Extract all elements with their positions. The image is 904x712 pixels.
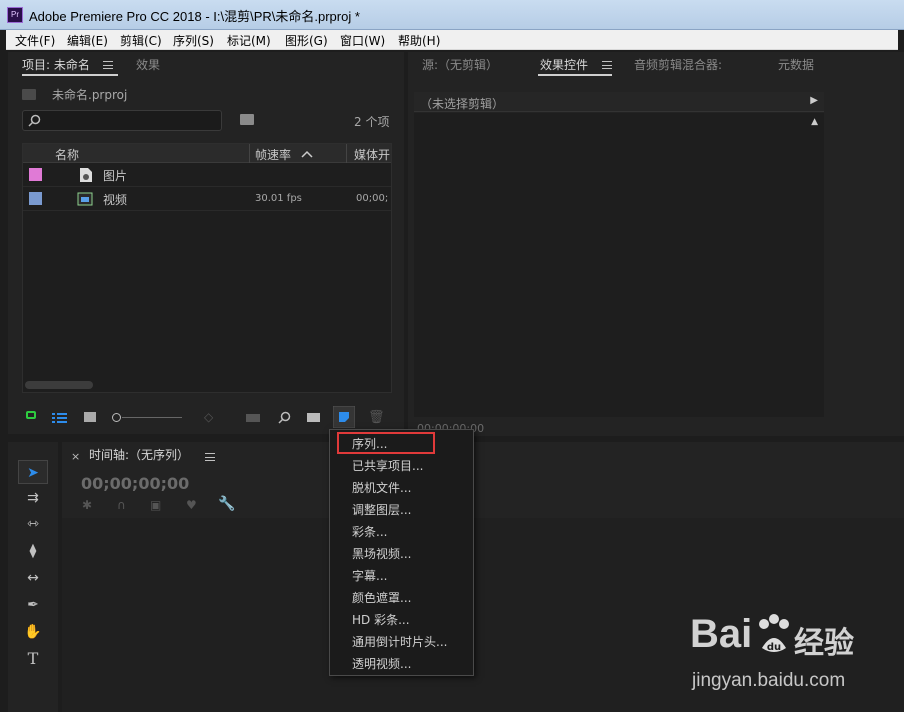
menu-item-offline-file[interactable]: 脱机文件... [352,479,411,496]
watermark-brand-suffix: 经验 [794,626,854,661]
window-title: Adobe Premiere Pro CC 2018 - I:\混剪\PR\未命… [29,9,360,24]
new-item-button[interactable] [333,406,355,428]
watermark-url: jingyan.baidu.com [692,670,846,691]
horizontal-scrollbar[interactable] [25,381,93,389]
item-name: 视频 [103,193,128,207]
window-titlebar: Pr Adobe Premiere Pro CC 2018 - I:\混剪\PR… [0,0,904,30]
project-items-table: 名称 帧速率 媒体开 图片 视频 30.01 fps 00;00; [22,143,392,393]
paw-logo-icon: du [759,614,789,653]
image-file-icon [80,168,92,182]
menu-graphics[interactable]: 图形(G) [285,32,328,49]
menu-item-hd-bars[interactable]: HD 彩条... [352,611,410,628]
timeline-timecode[interactable]: 00;00;00;00 [81,474,189,493]
item-media-start: 00;00; [356,193,389,204]
menu-item-transparent-video[interactable]: 透明视频... [352,655,411,672]
slip-tool-icon[interactable]: ↔ [18,566,48,590]
razor-tool-icon[interactable]: ⧫ [18,539,48,563]
tab-effect-controls[interactable]: 效果控件 [540,56,588,73]
project-panel-menu-icon[interactable] [103,61,113,69]
highlight-box [337,432,435,454]
project-file-name: 未命名.prproj [52,88,128,102]
item-name: 图片 [103,169,128,183]
menu-item-countdown-leader[interactable]: 通用倒计时片头... [352,633,447,650]
pen-tool-icon[interactable]: ✒ [18,593,48,617]
project-folder-icon [22,89,36,100]
sort-icon[interactable]: ◇ [204,410,213,424]
menu-file[interactable]: 文件(F) [15,32,55,49]
menu-item-captions[interactable]: 字幕... [352,567,387,584]
label-color-swatch[interactable] [29,168,42,181]
add-marker-icon[interactable]: ▣ [150,498,161,512]
table-row[interactable]: 视频 30.01 fps 00;00; [23,187,391,211]
lock-icon[interactable] [26,411,36,419]
menu-bar: 文件(F) 编辑(E) 剪辑(C) 序列(S) 标记(M) 图形(G) 窗口(W… [6,30,898,50]
no-clip-label: （未选择剪辑） [420,97,505,111]
tab-audio-clip-mixer[interactable]: 音频剪辑混合器: [634,56,722,73]
menu-window[interactable]: 窗口(W) [340,32,385,49]
table-header: 名称 帧速率 媒体开 [23,144,391,163]
menu-clip[interactable]: 剪辑(C) [120,32,162,49]
tab-timeline[interactable]: 时间轴:（无序列） [89,446,189,463]
svg-text:du: du [767,642,781,653]
type-tool-icon[interactable]: T [18,647,48,671]
find-bin-icon[interactable] [240,114,254,125]
hand-tool-icon[interactable]: ✋ [18,620,48,644]
effect-controls-body: ▲ [414,113,824,417]
label-color-swatch[interactable] [29,192,42,205]
item-count: 2 个项 [354,115,390,129]
menu-marker[interactable]: 标记(M) [227,32,271,49]
search-icon [28,114,41,127]
tab-project[interactable]: 项目: 未命名 [22,56,90,73]
premiere-app-icon: Pr [7,7,23,23]
tab-source[interactable]: 源:（无剪辑） [422,56,498,73]
close-tab-icon[interactable]: × [71,450,80,463]
effect-controls-menu-icon[interactable] [602,61,612,69]
linked-selection-icon[interactable]: ∩ [117,498,126,512]
expand-arrow-icon[interactable]: ▶ [810,95,818,106]
menu-sequence[interactable]: 序列(S) [173,32,214,49]
item-framerate: 30.01 fps [255,193,302,204]
menu-item-black-video[interactable]: 黑场视频... [352,545,411,562]
effect-controls-panel: 源:（无剪辑） 效果控件 音频剪辑混合器: 元数据 （未选择剪辑） ▶ ▲ 00… [408,52,904,436]
menu-item-shared-project[interactable]: 已共享项目... [352,457,423,474]
list-view-icon[interactable] [52,412,68,424]
selection-tool-icon[interactable]: ➤ [18,460,48,484]
trash-icon[interactable]: 🗑 [368,410,385,425]
ripple-edit-tool-icon[interactable]: ⇿ [18,512,48,536]
timeline-menu-icon[interactable] [205,453,215,461]
zoom-slider-handle[interactable] [112,413,121,422]
marker-icon[interactable]: ♥ [186,498,197,512]
video-clip-icon [77,192,93,206]
icon-view-icon[interactable] [84,412,96,422]
new-item-menu: 序列... 已共享项目... 脱机文件... 调整图层... 彩条... 黑场视… [329,429,474,676]
menu-item-adjustment-layer[interactable]: 调整图层... [352,501,411,518]
track-select-tool-icon[interactable]: ⇉ [18,486,48,510]
wrench-icon[interactable]: 🔧 [218,496,235,512]
menu-help[interactable]: 帮助(H) [398,32,440,49]
column-name[interactable]: 名称 [55,146,79,163]
tab-metadata[interactable]: 元数据 [778,56,814,73]
table-row[interactable]: 图片 [23,163,391,187]
automate-to-sequence-icon[interactable] [246,414,260,422]
scroll-up-arrow-icon[interactable]: ▲ [811,117,818,127]
column-framerate[interactable]: 帧速率 [255,146,291,163]
menu-item-bars-and-tone[interactable]: 彩条... [352,523,387,540]
tab-effects[interactable]: 效果 [136,56,160,73]
menu-item-color-matte[interactable]: 颜色遮罩... [352,589,411,606]
zoom-slider-track[interactable] [122,417,182,418]
new-bin-icon[interactable] [307,413,320,422]
snap-icon[interactable]: ✱ [82,498,92,512]
watermark-brand: Bai [690,612,753,656]
tab-active-underline [22,74,118,76]
menu-edit[interactable]: 编辑(E) [67,32,108,49]
column-media-start[interactable]: 媒体开 [354,146,390,163]
effect-controls-header: （未选择剪辑） ▶ [414,92,824,112]
tab-active-underline [538,74,612,76]
find-icon[interactable] [278,411,291,424]
project-search-input[interactable] [22,110,222,131]
sort-ascending-icon [301,150,313,158]
